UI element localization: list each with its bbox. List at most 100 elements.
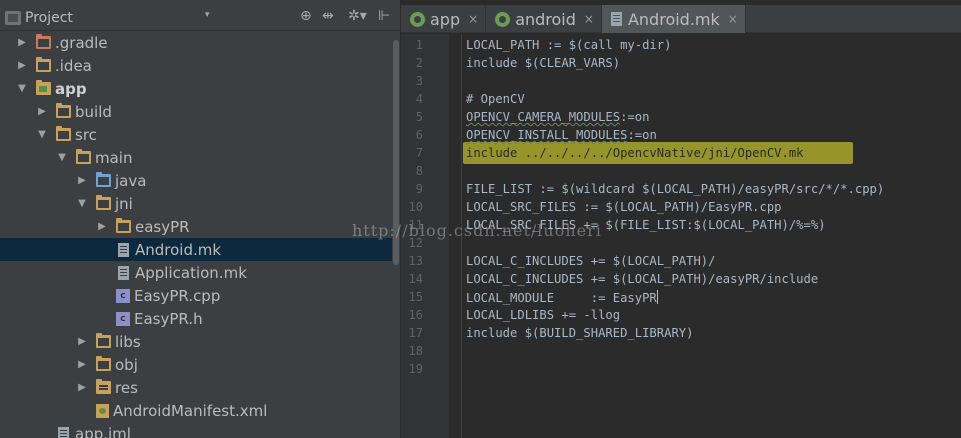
res-bars — [99, 385, 108, 387]
expanded-arrow-icon[interactable]: ▼ — [16, 83, 28, 94]
line-number: 1 — [415, 38, 423, 52]
file-icon — [118, 242, 129, 257]
folder-blue-icon — [96, 172, 111, 187]
collapsed-arrow-icon[interactable]: ▶ — [16, 60, 28, 71]
close-icon[interactable]: × — [468, 12, 478, 26]
folder-red-icon — [36, 34, 51, 49]
code-line[interactable]: LOCAL_MODULE := EasyPR — [466, 290, 658, 305]
folder-icon — [56, 126, 71, 141]
line-number: 17 — [408, 326, 423, 340]
code-line[interactable]: include $(BUILD_SHARED_LIBRARY) — [466, 326, 693, 340]
code-line[interactable]: FILE_LIST := $(wildcard $(LOCAL_PATH)/ea… — [466, 182, 884, 196]
scroll-from-source-icon[interactable]: ⊕ — [300, 8, 312, 24]
expanded-arrow-icon[interactable]: ▼ — [56, 152, 68, 163]
spellcheck-underline: OPENCV_CAMERA_MODULES — [466, 110, 621, 124]
tree-item-label: AndroidManifest.xml — [113, 401, 268, 420]
tree-item-idea_dir[interactable]: ▶ .idea — [0, 54, 392, 77]
tab-android[interactable]: android × — [486, 5, 602, 33]
line-number: 19 — [408, 362, 423, 376]
line-number: 18 — [408, 344, 423, 358]
collapsed-arrow-icon[interactable]: ▶ — [76, 175, 88, 186]
folder-icon — [36, 57, 51, 72]
line-number: 7 — [415, 146, 423, 160]
folder-icon — [96, 195, 111, 210]
collapsed-arrow-icon[interactable]: ▶ — [36, 106, 48, 117]
tree-item-app-iml[interactable]: ▶app.iml — [0, 422, 392, 438]
tree-item-label: src — [75, 125, 97, 144]
code-line[interactable]: LOCAL_C_INCLUDES += $(LOCAL_PATH)/easyPR… — [466, 272, 818, 286]
project-view-title[interactable]: Project — [25, 10, 73, 26]
line-number: 13 — [408, 254, 423, 268]
line-number: 2 — [415, 56, 423, 70]
tree-item-main[interactable]: ▼ main — [0, 146, 392, 169]
android-module-icon — [410, 11, 425, 27]
collapsed-arrow-icon[interactable]: ▶ — [76, 382, 88, 393]
collapsed-arrow-icon[interactable]: ▶ — [76, 359, 88, 370]
code-line[interactable]: LOCAL_LDLIBS += -llog — [466, 308, 620, 322]
tree-item-java[interactable]: ▶ java — [0, 169, 392, 192]
collapse-all-icon[interactable]: ⇹ — [322, 8, 334, 24]
project-panel: Project ▾ ⊕ ⇹ ✲▾ ⊩ ▶ .gradle ▶ .idea ▼ app ▶ bu… — [0, 0, 400, 438]
code-line[interactable]: LOCAL_SRC_FILES := $(LOCAL_PATH)/EasyPR.… — [466, 200, 782, 214]
expanded-arrow-icon[interactable]: ▼ — [76, 198, 88, 209]
tree-item-build[interactable]: ▶ build — [0, 100, 392, 123]
editor-tab-bar: app × android × Android.mk × — [401, 5, 961, 33]
tree-item-app[interactable]: ▼ app — [0, 77, 392, 100]
tree-item-gradle_dir[interactable]: ▶ .gradle — [0, 31, 392, 54]
expanded-arrow-icon[interactable]: ▼ — [36, 129, 48, 140]
tree-item-libs[interactable]: ▶ libs — [0, 330, 392, 353]
xml-file-icon — [96, 403, 109, 418]
line-number: 4 — [415, 92, 423, 106]
tree-item-application-mk[interactable]: ▶Application.mk — [0, 261, 392, 284]
h-file-icon: C — [116, 311, 130, 326]
code-line[interactable]: LOCAL_C_INCLUDES += $(LOCAL_PATH)/ — [466, 254, 715, 268]
tree-item-label: EasyPR.cpp — [134, 286, 221, 305]
tree-item-easypr-h[interactable]: ▶CEasyPR.h — [0, 307, 392, 330]
collapsed-arrow-icon[interactable]: ▶ — [16, 37, 28, 48]
line-number: 8 — [415, 164, 423, 178]
tree-item-android-mk[interactable]: ▶Android.mk — [0, 238, 392, 261]
tree-item-label: libs — [115, 332, 141, 351]
tree-item-manifest[interactable]: ▶AndroidManifest.xml — [0, 399, 392, 422]
tab-label: Android.mk — [627, 9, 720, 29]
code-line[interactable]: OPENCV_CAMERA_MODULES:=on — [466, 110, 649, 124]
text-cursor — [656, 290, 658, 304]
line-number: 16 — [408, 308, 423, 322]
android-module-icon — [495, 11, 511, 27]
line-number: 10 — [408, 200, 423, 214]
tree-item-label: jni — [115, 194, 133, 213]
collapsed-arrow-icon[interactable]: ▶ — [76, 336, 88, 347]
tree-item-jni[interactable]: ▼ jni — [0, 192, 392, 215]
code-line[interactable]: include $(CLEAR_VARS) — [466, 56, 620, 70]
tree-item-easypr-cpp[interactable]: ▶CEasyPR.cpp — [0, 284, 392, 307]
code-line[interactable]: OPENCV_INSTALL_MODULES:=on — [466, 128, 657, 142]
close-icon[interactable]: × — [584, 12, 594, 26]
close-icon[interactable]: × — [728, 12, 738, 26]
tree-item-label: app — [55, 79, 87, 98]
line-number: 14 — [408, 272, 423, 286]
line-number: 9 — [415, 182, 423, 196]
tree-item-res[interactable]: ▶ res — [0, 376, 392, 399]
hide-panel-icon[interactable]: ⊩ — [378, 8, 390, 24]
file-icon — [58, 426, 69, 438]
collapsed-arrow-icon[interactable]: ▶ — [96, 221, 108, 232]
tab-android-mk[interactable]: Android.mk × — [601, 5, 746, 33]
tab-label: android — [515, 9, 576, 29]
code-line[interactable]: include ../../../../OpencvNative/jni/Ope… — [466, 146, 804, 160]
chevron-down-icon[interactable]: ▾ — [205, 10, 210, 20]
gear-icon[interactable]: ✲▾ — [348, 8, 367, 24]
folder-icon — [76, 149, 91, 164]
tree-item-easypr[interactable]: ▶ easyPR — [0, 215, 392, 238]
tree-item-obj[interactable]: ▶ obj — [0, 353, 392, 376]
module-folder-icon — [36, 80, 51, 95]
tab-app[interactable]: app × — [401, 5, 487, 33]
folder-icon — [96, 356, 111, 371]
project-view-icon — [5, 10, 21, 25]
code-line[interactable]: LOCAL_PATH := $(call my-dir) — [466, 38, 671, 52]
tree-item-label: build — [75, 102, 112, 121]
folder-icon — [56, 103, 71, 118]
code-line[interactable]: # OpenCV — [466, 92, 525, 106]
tree-item-src[interactable]: ▼ src — [0, 123, 392, 146]
folder-icon — [116, 218, 131, 233]
tree-item-label: .gradle — [55, 33, 108, 52]
